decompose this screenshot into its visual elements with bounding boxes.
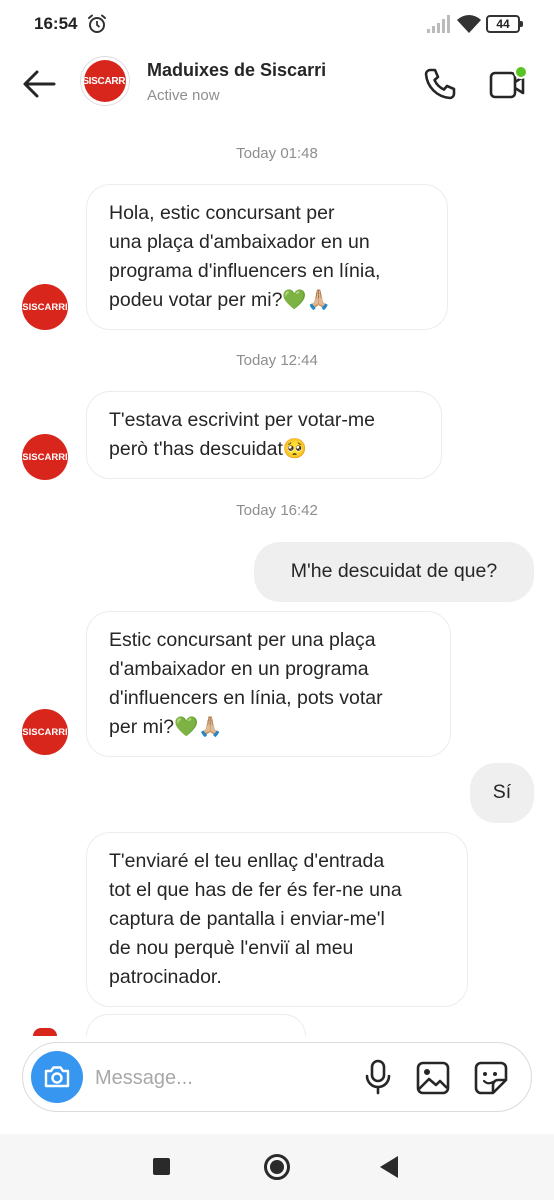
status-bar: 16:54 44: [0, 0, 554, 50]
back-arrow-icon[interactable]: [20, 64, 60, 104]
sticker-icon[interactable]: [473, 1060, 509, 1096]
message-line: d'ambaixador en un programa: [109, 658, 369, 680]
message-line: tot el que has de fer és fer-ne una: [109, 879, 402, 901]
incoming-message[interactable]: Hola, estic concursant per una plaça d'a…: [86, 184, 448, 330]
avatar-logo-text: SISCARRI: [22, 726, 68, 738]
contact-avatar[interactable]: SISCARRI: [80, 56, 130, 106]
camera-icon: [44, 1066, 70, 1088]
outgoing-message[interactable]: M'he descuidat de que?: [254, 542, 534, 602]
nav-back-icon[interactable]: [380, 1156, 398, 1178]
message-line: podeu votar per mi?💚🙏🏼: [109, 289, 331, 311]
video-call-icon[interactable]: [486, 62, 530, 106]
message-line: T'enviaré el teu enllaç d'entrada: [109, 850, 385, 872]
incoming-message[interactable]: Estic concursant per una plaça d'ambaixa…: [86, 611, 451, 757]
message-timestamp: Today 12:44: [236, 352, 318, 369]
chat-header: SISCARRI Maduixes de Siscarri Active now: [0, 50, 554, 118]
message-line: però t'has descuidat🥺: [109, 438, 308, 460]
sender-avatar[interactable]: SISCARRI: [22, 709, 68, 755]
microphone-icon[interactable]: [361, 1059, 395, 1095]
camera-button[interactable]: [31, 1051, 83, 1103]
message-line: T'estava escrivint per votar-me: [109, 409, 375, 431]
incoming-message-partial[interactable]: [86, 1014, 306, 1036]
sender-avatar-partial: [33, 1028, 57, 1036]
battery-icon: 44: [486, 15, 523, 33]
message-timestamp: Today 01:48: [236, 145, 318, 162]
message-line: d'influencers en línia, pots votar: [109, 687, 383, 709]
wifi-icon: [457, 15, 481, 33]
message-line: captura de pantalla i enviar-me'l: [109, 908, 385, 930]
recents-icon[interactable]: [153, 1158, 170, 1175]
sender-avatar[interactable]: SISCARRI: [22, 284, 68, 330]
avatar-logo-text: SISCARRI: [84, 75, 126, 87]
message-line: una plaça d'ambaixador en un: [109, 231, 370, 253]
message-timestamp: Today 16:42: [236, 502, 318, 519]
message-input[interactable]: [95, 1063, 335, 1093]
message-line: Estic concursant per una plaça: [109, 629, 376, 651]
contact-name[interactable]: Maduixes de Siscarri: [147, 60, 326, 81]
message-line: programa d'influencers en línia,: [109, 260, 381, 282]
avatar-logo-text: SISCARRI: [22, 301, 68, 313]
phone-icon[interactable]: [420, 64, 460, 104]
alarm-icon: [88, 14, 106, 33]
outgoing-message[interactable]: Sí: [470, 763, 534, 823]
incoming-message[interactable]: T'estava escrivint per votar-me però t'h…: [86, 391, 442, 479]
contact-status: Active now: [147, 87, 220, 104]
home-icon[interactable]: [264, 1154, 290, 1180]
message-line: patrocinador.: [109, 966, 222, 988]
incoming-message[interactable]: T'enviaré el teu enllaç d'entrada tot el…: [86, 832, 468, 1007]
gallery-icon[interactable]: [415, 1060, 451, 1096]
message-line: Hola, estic concursant per: [109, 202, 335, 224]
system-nav-bar: [0, 1134, 554, 1200]
signal-icon: [427, 15, 450, 33]
sender-avatar[interactable]: SISCARRI: [22, 434, 68, 480]
message-composer: [22, 1042, 532, 1112]
message-line: de nou perquè l'enviï al meu: [109, 937, 354, 959]
message-line: per mi?💚🙏🏼: [109, 716, 223, 738]
avatar-logo-text: SISCARRI: [22, 451, 68, 463]
status-time: 16:54: [34, 14, 78, 33]
